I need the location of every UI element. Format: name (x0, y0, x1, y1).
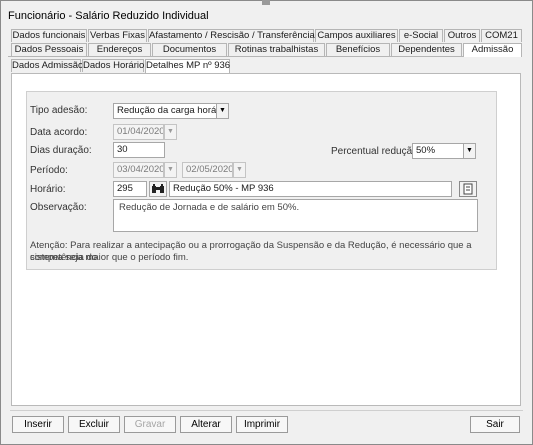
tab-dependentes[interactable]: Dependentes (391, 43, 462, 56)
periodo-fim-field[interactable]: 02/05/2020 (182, 162, 233, 178)
alterar-button[interactable]: Alterar (180, 416, 232, 433)
tipo-adesao-select[interactable]: Redução da carga horária (113, 103, 217, 119)
inserir-button[interactable]: Inserir (12, 416, 64, 433)
gravar-button[interactable]: Gravar (124, 416, 176, 433)
tab-dados-funcionais[interactable]: Dados funcionais (11, 29, 87, 42)
tab-divider (8, 56, 463, 57)
tab-enderecos[interactable]: Endereços (88, 43, 151, 56)
tab-campos-auxiliares[interactable]: Campos auxiliares (315, 29, 398, 42)
window-grip (262, 0, 270, 5)
tab-verbas-fixas[interactable]: Verbas Fixas (88, 29, 147, 42)
excluir-button[interactable]: Excluir (68, 416, 120, 433)
horario-codigo-field[interactable]: 295 (113, 181, 147, 197)
percentual-reducao-select[interactable]: 50% (412, 143, 464, 159)
chevron-down-icon[interactable]: ▼ (164, 162, 177, 178)
periodo-label: Período: (30, 165, 68, 176)
chevron-down-icon[interactable]: ▼ (216, 103, 229, 119)
tab-beneficios[interactable]: Benefícios (326, 43, 390, 56)
tab-rotinas-trabalhistas[interactable]: Rotinas trabalhistas (228, 43, 325, 56)
binoculars-icon[interactable] (149, 181, 167, 197)
observacao-label: Observação: (30, 202, 87, 213)
tab-afastamento[interactable]: Afastamento / Rescisão / Transferência (148, 29, 315, 42)
horario-label: Horário: (30, 184, 66, 195)
bottom-separator (10, 410, 523, 411)
tab-esocial[interactable]: e-Social (399, 29, 443, 42)
document-lookup-icon[interactable] (459, 181, 477, 197)
imprimir-button[interactable]: Imprimir (236, 416, 288, 433)
tab-dados-admissao[interactable]: Dados Admissão (11, 59, 83, 72)
tab-outros[interactable]: Outros (444, 29, 480, 42)
tab-dados-pessoais[interactable]: Dados Pessoais (11, 43, 87, 56)
data-acordo-label: Data acordo: (30, 127, 88, 138)
tab-detalhes-mp-936[interactable]: Detalhes MP nº 936 (145, 59, 230, 73)
periodo-inicio-field[interactable]: 03/04/2020 (113, 162, 164, 178)
window-title: Funcionário - Salário Reduzido Individua… (8, 10, 209, 22)
data-acordo-field[interactable]: 01/04/2020 (113, 124, 164, 140)
dias-duracao-field[interactable]: 30 (113, 142, 165, 158)
tab-com21[interactable]: COM21 (481, 29, 522, 42)
percentual-reducao-label: Percentual redução: (331, 146, 421, 157)
observacao-textarea[interactable]: Redução de Jornada e de salário em 50%. (113, 199, 478, 232)
chevron-down-icon[interactable]: ▼ (233, 162, 246, 178)
chevron-down-icon[interactable]: ▼ (463, 143, 476, 159)
horario-descricao-field: Redução 50% - MP 936 (169, 181, 452, 197)
tipo-adesao-label: Tipo adesão: (30, 105, 88, 116)
tab-documentos[interactable]: Documentos (152, 43, 227, 56)
chevron-down-icon[interactable]: ▼ (164, 124, 177, 140)
tab-admissao[interactable]: Admissão (463, 43, 522, 57)
sair-button[interactable]: Sair (470, 416, 520, 433)
dias-duracao-label: Dias duração: (30, 145, 92, 156)
atencao-note-line2: sistema seja maior que o período fim. (30, 252, 189, 263)
tab-dados-horario[interactable]: Dados Horário (82, 59, 144, 72)
